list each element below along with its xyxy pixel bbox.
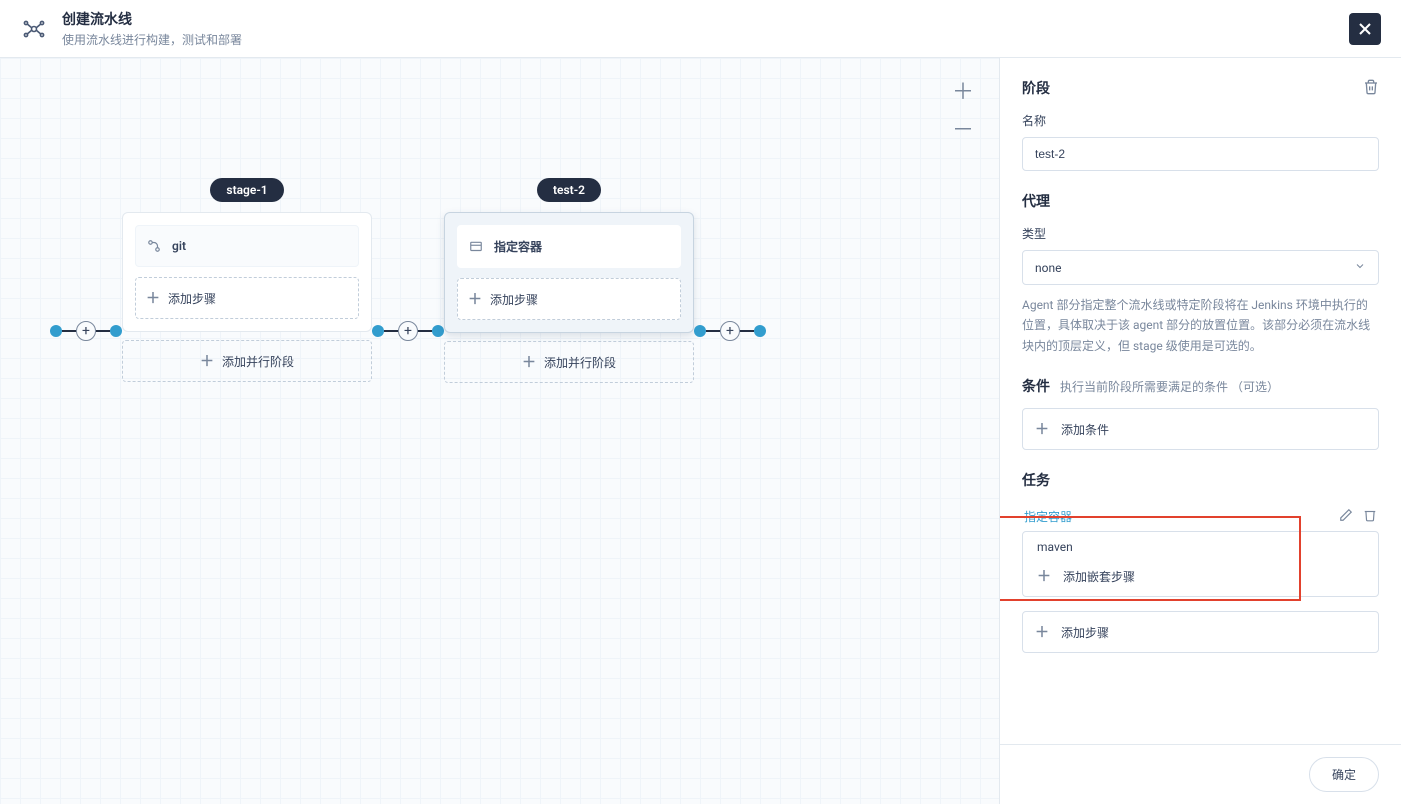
- pipeline-track: + stage-1 git ＋ 添加步骤: [0, 178, 766, 390]
- add-step-button[interactable]: ＋ 添加步骤: [135, 277, 359, 319]
- agent-help-text: Agent 部分指定整个流水线或特定阶段将在 Jenkins 环境中执行的位置，…: [1022, 295, 1379, 356]
- plus-icon: ＋: [146, 288, 160, 308]
- name-input[interactable]: [1022, 137, 1379, 171]
- plus-icon: ＋: [1035, 419, 1049, 439]
- plus-icon: ＋: [200, 351, 214, 371]
- task-sub-label: maven: [1023, 532, 1378, 558]
- dot-icon: [694, 325, 706, 337]
- plus-icon: ＋: [522, 352, 536, 372]
- side-panel: 阶段 名称 代理 类型 none Agent 部分指定整个流水线或特定阶段将在 …: [999, 58, 1401, 804]
- container-icon: [468, 239, 484, 255]
- section-title-agent: 代理: [1022, 191, 1379, 211]
- section-title-stage: 阶段: [1022, 78, 1050, 98]
- add-nested-step-button[interactable]: ＋ 添加嵌套步骤: [1023, 558, 1378, 596]
- type-select[interactable]: none: [1022, 250, 1379, 285]
- step-item-git[interactable]: git: [135, 225, 359, 267]
- zoom-controls: ＋ －: [949, 76, 977, 142]
- add-step-label: 添加步骤: [168, 290, 216, 307]
- type-label: 类型: [1022, 225, 1379, 242]
- name-label: 名称: [1022, 112, 1379, 129]
- trash-icon[interactable]: [1363, 508, 1377, 525]
- step-label: 指定容器: [494, 238, 542, 255]
- connector-line: [706, 330, 720, 332]
- condition-section-header: 条件 执行当前阶段所需要满足的条件 （可选）: [1022, 376, 1379, 396]
- connector-line: [62, 330, 76, 332]
- task-section-header: 任务: [1022, 470, 1379, 490]
- type-value: none: [1035, 261, 1061, 275]
- plus-icon: ＋: [1037, 566, 1051, 586]
- plus-icon: ＋: [468, 289, 482, 309]
- header-titles: 创建流水线 使用流水线进行构建，测试和部署: [62, 9, 242, 48]
- stage-section-header: 阶段: [1022, 78, 1379, 98]
- step-item-container[interactable]: 指定容器: [457, 225, 681, 268]
- add-nested-label: 添加嵌套步骤: [1063, 568, 1135, 585]
- connector-end: +: [694, 178, 766, 390]
- task-block: 指定容器 maven ＋ 添加嵌套步骤: [1022, 502, 1379, 597]
- step-label: git: [172, 239, 186, 253]
- connector-line: [740, 330, 754, 332]
- connector-start: +: [50, 178, 122, 390]
- stage-column: stage-1 git ＋ 添加步骤 ＋ 添加并行阶段: [122, 178, 372, 382]
- add-stage-button[interactable]: +: [76, 321, 96, 341]
- stage-label[interactable]: test-2: [537, 178, 601, 202]
- add-step-button[interactable]: ＋ 添加步骤: [457, 278, 681, 320]
- main: ＋ － + stage-1 git: [0, 58, 1401, 804]
- dot-icon: [754, 325, 766, 337]
- git-icon: [146, 238, 162, 254]
- pipeline-icon: [20, 15, 48, 43]
- page-title: 创建流水线: [62, 9, 242, 29]
- stage-box[interactable]: git ＋ 添加步骤: [122, 212, 372, 332]
- add-step-label: 添加步骤: [490, 291, 538, 308]
- connector-line: [96, 330, 110, 332]
- dot-icon: [372, 325, 384, 337]
- task-actions: [1339, 508, 1377, 525]
- zoom-out-button[interactable]: －: [949, 114, 977, 142]
- connector-line: [418, 330, 432, 332]
- zoom-in-button[interactable]: ＋: [949, 76, 977, 104]
- trash-icon[interactable]: [1363, 79, 1379, 98]
- dot-icon: [110, 325, 122, 337]
- add-condition-button[interactable]: ＋ 添加条件: [1022, 408, 1379, 450]
- add-stage-button[interactable]: +: [720, 321, 740, 341]
- connector-line: [384, 330, 398, 332]
- section-title-condition: 条件: [1022, 376, 1050, 396]
- panel-footer: 确定: [1000, 744, 1401, 804]
- header: 创建流水线 使用流水线进行构建，测试和部署: [0, 0, 1401, 58]
- task-link[interactable]: 指定容器: [1024, 508, 1072, 525]
- add-parallel-button[interactable]: ＋ 添加并行阶段: [444, 341, 694, 383]
- add-stage-button[interactable]: +: [398, 321, 418, 341]
- task-head: 指定容器: [1022, 502, 1379, 531]
- edit-icon[interactable]: [1339, 508, 1353, 525]
- header-left: 创建流水线 使用流水线进行构建，测试和部署: [20, 9, 242, 48]
- panel-body: 阶段 名称 代理 类型 none Agent 部分指定整个流水线或特定阶段将在 …: [1000, 58, 1401, 744]
- add-parallel-button[interactable]: ＋ 添加并行阶段: [122, 340, 372, 382]
- connector-mid: +: [372, 178, 444, 390]
- canvas[interactable]: ＋ － + stage-1 git: [0, 58, 999, 804]
- confirm-button[interactable]: 确定: [1309, 757, 1379, 792]
- stage-label[interactable]: stage-1: [210, 178, 283, 202]
- dot-icon: [50, 325, 62, 337]
- stage-column: test-2 指定容器 ＋ 添加步骤 ＋ 添加并行阶段: [444, 178, 694, 383]
- add-step-button-panel[interactable]: ＋ 添加步骤: [1022, 611, 1379, 653]
- page-subtitle: 使用流水线进行构建，测试和部署: [62, 31, 242, 48]
- close-button[interactable]: [1349, 13, 1381, 45]
- dot-icon: [432, 325, 444, 337]
- task-sub: maven ＋ 添加嵌套步骤: [1022, 531, 1379, 597]
- plus-icon: ＋: [1035, 622, 1049, 642]
- chevron-down-icon: [1354, 260, 1366, 275]
- section-title-task: 任务: [1022, 470, 1050, 490]
- condition-hint: 执行当前阶段所需要满足的条件 （可选）: [1060, 378, 1279, 395]
- stage-box-selected[interactable]: 指定容器 ＋ 添加步骤: [444, 212, 694, 333]
- add-parallel-label: 添加并行阶段: [222, 353, 294, 370]
- add-step-label-panel: 添加步骤: [1061, 624, 1109, 641]
- add-condition-label: 添加条件: [1061, 421, 1109, 438]
- add-parallel-label: 添加并行阶段: [544, 354, 616, 371]
